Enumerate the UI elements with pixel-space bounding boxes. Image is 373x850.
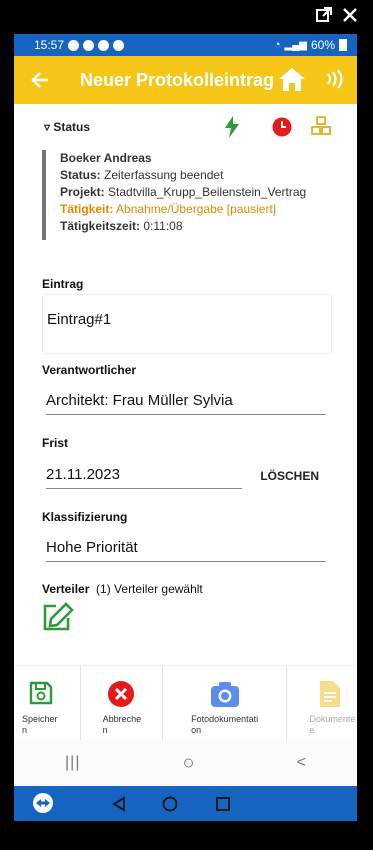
- home-icon[interactable]: [278, 66, 306, 92]
- status-toggle[interactable]: ▿ Status: [44, 120, 90, 134]
- classification-select[interactable]: Hohe Priorität: [46, 539, 326, 562]
- save-label-line1: Speicher: [22, 714, 58, 724]
- cancel-label-line2: n: [102, 725, 108, 735]
- clear-deadline-button[interactable]: LÖSCHEN: [260, 469, 319, 483]
- system-status-bar: 15:57 ◔ ▂▄▆ 60%: [14, 34, 357, 56]
- save-label-line2: n: [22, 725, 28, 735]
- distribution-value: (1) Verteiler gewählt: [96, 582, 203, 596]
- save-button[interactable]: Speicher n: [14, 666, 81, 740]
- home-nav-button[interactable]: ○: [183, 752, 195, 775]
- nfc-icon[interactable]: [324, 68, 346, 90]
- back-nav-button[interactable]: <: [297, 754, 306, 772]
- project-line: Projekt: Stadtvilla_Krupp_Beilenstein_Ve…: [60, 185, 307, 199]
- cancel-label-line1: Abbreche: [102, 714, 142, 724]
- photo-documentation-button[interactable]: Fotodokumentati on: [163, 666, 288, 740]
- clock-time: 15:57: [34, 38, 65, 52]
- status-line: Status: Zeiterfassung beendet: [60, 168, 224, 182]
- open-external-icon[interactable]: [315, 6, 333, 24]
- edit-icon: [43, 602, 74, 631]
- entry-label: Eintrag: [42, 277, 84, 291]
- documents-label-line1: Dokumente: [309, 714, 356, 724]
- status-header[interactable]: ▿ Status: [44, 116, 344, 140]
- window-controls: [315, 6, 359, 24]
- back-triangle-icon[interactable]: [111, 796, 127, 812]
- save-icon: [29, 681, 53, 705]
- back-arrow-icon[interactable]: [30, 70, 50, 90]
- bottom-toolbar: Speicher n Abbreche n Fotodokumentati on…: [14, 665, 357, 740]
- deadline-label: Frist: [42, 436, 69, 450]
- edit-distribution-button[interactable]: [42, 602, 74, 637]
- classification-label: Klassifizierung: [42, 510, 128, 524]
- status-card: Boeker Andreas Status: Zeiterfassung bee…: [42, 150, 350, 240]
- deadline-field[interactable]: 21.11.2023: [46, 466, 242, 489]
- activity-time-line: Tätigkeitszeit: 0:11:08: [60, 219, 183, 233]
- battery-level: 60%: [310, 38, 335, 52]
- app-screen: 15:57 ◔ ▂▄▆ 60% Neuer Protokolleintrag ▿…: [14, 34, 357, 821]
- documents-label-line2: e: [309, 725, 315, 735]
- responsible-field[interactable]: Architekt: Frau Müller Sylvia: [46, 392, 326, 415]
- device-frame: 15:57 ◔ ▂▄▆ 60% Neuer Protokolleintrag ▿…: [0, 0, 373, 850]
- close-icon[interactable]: [341, 6, 359, 24]
- activity-line: Tätigkeit: Abnahme/Übergabe [pausiert]: [60, 202, 277, 216]
- distribution-label: Verteiler: [42, 582, 90, 596]
- android-navigation-bar: ||| ○ <: [14, 740, 357, 786]
- status-title: Status: [53, 120, 91, 134]
- cancel-button[interactable]: Abbreche n: [81, 666, 164, 740]
- battery-icon: [339, 39, 347, 51]
- bolt-icon: [225, 116, 239, 138]
- clock-icon: [272, 117, 292, 137]
- sync-icon: [113, 39, 125, 51]
- document-icon: [320, 681, 341, 707]
- teamviewer-logo-icon[interactable]: [32, 792, 54, 814]
- wifi-icon: ◔: [273, 39, 281, 51]
- cancel-icon: [107, 681, 134, 707]
- camera-icon: [211, 682, 240, 707]
- documents-button[interactable]: Dokumente e: [287, 666, 357, 740]
- recents-button[interactable]: |||: [65, 754, 80, 772]
- person-name: Boeker Andreas: [60, 151, 152, 165]
- photo-label-line1: Fotodokumentati: [191, 714, 259, 724]
- device-toolbar: [14, 786, 357, 821]
- app-notification-icon: [98, 39, 110, 51]
- signal-icon: ▂▄▆: [284, 39, 307, 51]
- responsible-label: Verantwortlicher: [42, 363, 137, 377]
- distribution-row: Verteiler (1) Verteiler gewählt: [42, 582, 203, 596]
- entry-textarea[interactable]: Eintrag#1: [42, 294, 332, 354]
- photo-label-line2: on: [191, 725, 202, 735]
- teamviewer-icon: [83, 39, 95, 51]
- page-title: Neuer Protokolleintrag: [80, 70, 275, 90]
- notification-icon: [68, 39, 80, 51]
- home-circle-icon[interactable]: [162, 796, 178, 812]
- app-bar: Neuer Protokolleintrag: [14, 56, 357, 104]
- entry-value: Eintrag#1: [47, 311, 112, 328]
- cubes-icon: [311, 116, 331, 135]
- overview-square-icon[interactable]: [215, 796, 231, 812]
- form-content: ▿ Status Boeker Andreas Status: Zeiterfa…: [14, 104, 357, 679]
